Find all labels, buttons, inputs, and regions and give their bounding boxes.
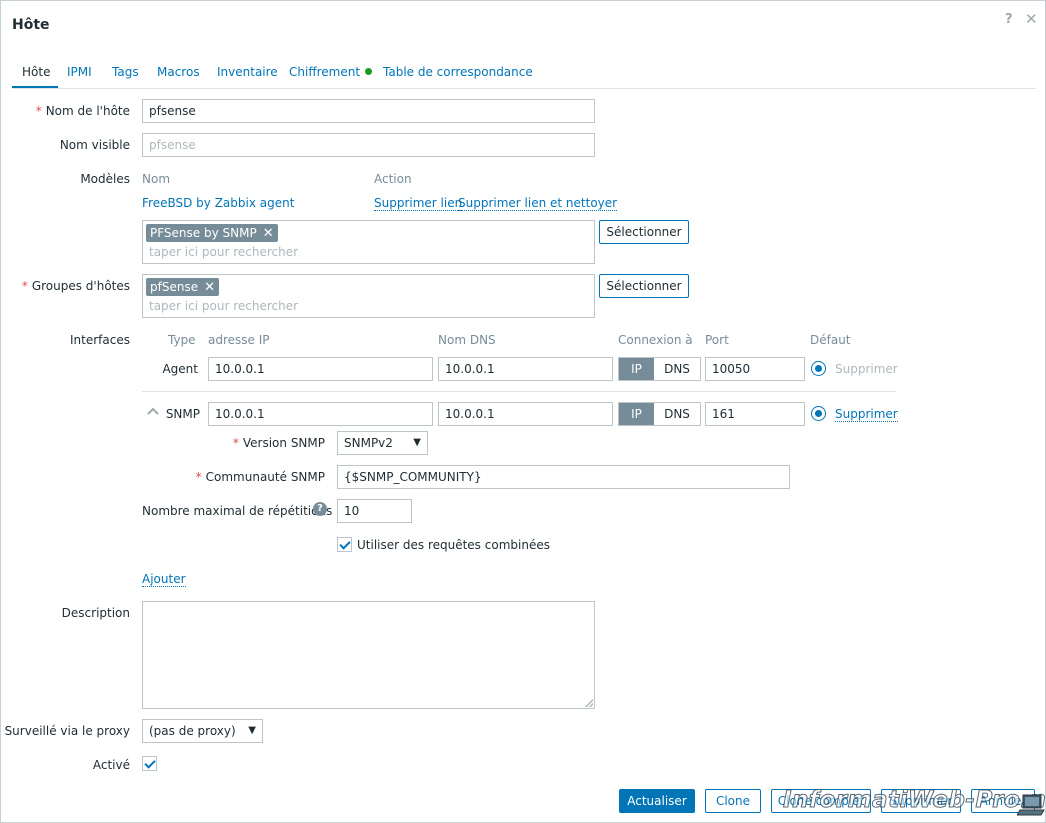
resize-handle-icon[interactable] bbox=[585, 699, 593, 707]
template-chip: PFSense by SNMP ✕ bbox=[146, 224, 278, 242]
iface-snmp-type: SNMP bbox=[165, 407, 200, 421]
iface-agent-port-input[interactable]: 10050 bbox=[705, 357, 805, 381]
host-name-input[interactable]: pfsense bbox=[142, 99, 595, 123]
tab-tags[interactable]: Tags bbox=[112, 65, 139, 79]
collapse-chevron-up-icon[interactable] bbox=[146, 404, 160, 418]
interfaces-label: Interfaces bbox=[70, 333, 130, 347]
iface-snmp-port-input[interactable]: 161 bbox=[705, 402, 805, 426]
templates-label: Modèles bbox=[80, 172, 130, 186]
visible-name-input[interactable]: pfsense bbox=[142, 133, 595, 157]
templates-select-button[interactable]: Sélectionner bbox=[599, 220, 689, 244]
active-tab-indicator bbox=[12, 86, 58, 88]
chevron-down-icon: ▼ bbox=[248, 725, 256, 736]
iface-snmp-remove-link[interactable]: Supprimer bbox=[835, 407, 898, 422]
host-groups-label: * Groupes d'hôtes bbox=[21, 279, 130, 293]
update-button[interactable]: Actualiser bbox=[619, 789, 695, 813]
iface-header-dns: Nom DNS bbox=[438, 333, 496, 347]
iface-agent-type: Agent bbox=[162, 362, 198, 376]
chip-remove-icon[interactable]: ✕ bbox=[204, 280, 215, 295]
tab-encryption[interactable]: Chiffrement bbox=[289, 65, 373, 79]
snmp-community-label: * Communauté SNMP bbox=[195, 470, 325, 484]
host-groups-multiselect[interactable]: pfSense ✕ taper ici pour rechercher bbox=[142, 274, 595, 318]
clone-button[interactable]: Clone bbox=[705, 789, 761, 813]
help-question-icon[interactable]: ? bbox=[313, 502, 327, 516]
delete-button[interactable]: Supprimer bbox=[881, 789, 961, 813]
templates-col-action: Action bbox=[374, 172, 412, 186]
close-icon[interactable]: ✕ bbox=[1025, 10, 1038, 28]
tab-value-mapping[interactable]: Table de correspondance bbox=[383, 65, 533, 79]
iface-agent-remove-link[interactable]: Supprimer bbox=[835, 362, 898, 376]
cancel-button[interactable]: Annuler bbox=[971, 789, 1035, 813]
description-label: Description bbox=[61, 606, 130, 620]
snmp-bulk-label: Utiliser des requêtes combinées bbox=[357, 538, 550, 552]
iface-agent-dns-input[interactable]: 10.0.0.1 bbox=[438, 357, 613, 381]
iface-agent-ip-button[interactable]: IP bbox=[619, 358, 654, 380]
snmp-max-repetitions-input[interactable]: 10 bbox=[337, 499, 412, 523]
tab-ipmi[interactable]: IPMI bbox=[67, 65, 92, 79]
host-dialog: Hôte ? ✕ Hôte IPMI Tags Macros Inventair… bbox=[0, 0, 1046, 823]
snmp-max-repetitions-label: Nombre maximal de répétitions bbox=[142, 504, 333, 518]
iface-snmp-ip-button[interactable]: IP bbox=[619, 403, 654, 425]
iface-snmp-dns-button[interactable]: DNS bbox=[654, 403, 700, 425]
iface-header-default: Défaut bbox=[810, 333, 851, 347]
tab-bar: Hôte IPMI Tags Macros Inventaire Chiffre… bbox=[12, 59, 1036, 89]
iface-agent-default-radio[interactable] bbox=[811, 361, 826, 376]
iface-header-type: Type bbox=[168, 333, 196, 347]
host-name-label: * Nom de l'hôte bbox=[35, 104, 130, 118]
iface-agent-ip-input[interactable]: 10.0.0.1 bbox=[208, 357, 433, 381]
snmp-version-select[interactable]: SNMPv2 ▼ bbox=[337, 431, 428, 455]
host-groups-search-placeholder[interactable]: taper ici pour rechercher bbox=[149, 299, 298, 313]
proxy-label: Surveillé via le proxy bbox=[4, 724, 130, 738]
tab-inventory[interactable]: Inventaire bbox=[217, 65, 278, 79]
iface-snmp-ip-input[interactable]: 10.0.0.1 bbox=[208, 402, 433, 426]
iface-agent-dns-button[interactable]: DNS bbox=[654, 358, 700, 380]
tab-encryption-label: Chiffrement bbox=[289, 65, 361, 79]
help-icon[interactable]: ? bbox=[1005, 12, 1013, 27]
iface-snmp-dns-input[interactable]: 10.0.0.1 bbox=[438, 402, 613, 426]
add-interface-link[interactable]: Ajouter bbox=[142, 572, 186, 587]
chevron-down-icon: ▼ bbox=[413, 437, 421, 448]
tab-host[interactable]: Hôte bbox=[22, 65, 50, 79]
host-groups-select-button[interactable]: Sélectionner bbox=[599, 274, 689, 298]
host-group-chip: pfSense ✕ bbox=[146, 278, 219, 296]
templates-multiselect[interactable]: PFSense by SNMP ✕ taper ici pour recherch… bbox=[142, 220, 595, 264]
templates-search-placeholder[interactable]: taper ici pour rechercher bbox=[149, 245, 298, 259]
snmp-bulk-checkbox[interactable] bbox=[337, 537, 352, 552]
unlink-clear-template-link[interactable]: Supprimer lien et nettoyer bbox=[458, 196, 618, 211]
interfaces-divider bbox=[142, 391, 896, 392]
enabled-label: Activé bbox=[92, 758, 130, 772]
snmp-community-input[interactable]: {$SNMP_COMMUNITY} bbox=[337, 465, 790, 489]
full-clone-button[interactable]: Clone complet bbox=[771, 789, 871, 813]
tab-macros[interactable]: Macros bbox=[157, 65, 200, 79]
snmp-version-label: * Version SNMP bbox=[232, 436, 325, 450]
linked-template-link[interactable]: FreeBSD by Zabbix agent bbox=[142, 196, 294, 210]
enabled-checkbox[interactable] bbox=[142, 756, 157, 771]
description-textarea[interactable] bbox=[142, 601, 595, 709]
iface-header-port: Port bbox=[705, 333, 729, 347]
unlink-template-link[interactable]: Supprimer lien bbox=[374, 196, 463, 211]
iface-snmp-connect-toggle: IP DNS bbox=[618, 402, 701, 426]
iface-snmp-default-radio[interactable] bbox=[811, 406, 826, 421]
visible-name-label: Nom visible bbox=[59, 138, 130, 152]
iface-agent-connect-toggle: IP DNS bbox=[618, 357, 701, 381]
dialog-title: Hôte bbox=[12, 17, 50, 33]
iface-header-connect: Connexion à bbox=[618, 333, 693, 347]
status-dot-icon bbox=[365, 68, 373, 75]
iface-header-ip: adresse IP bbox=[208, 333, 270, 347]
proxy-select[interactable]: (pas de proxy) ▼ bbox=[142, 719, 263, 743]
templates-col-name: Nom bbox=[142, 172, 171, 186]
chip-remove-icon[interactable]: ✕ bbox=[263, 226, 274, 241]
